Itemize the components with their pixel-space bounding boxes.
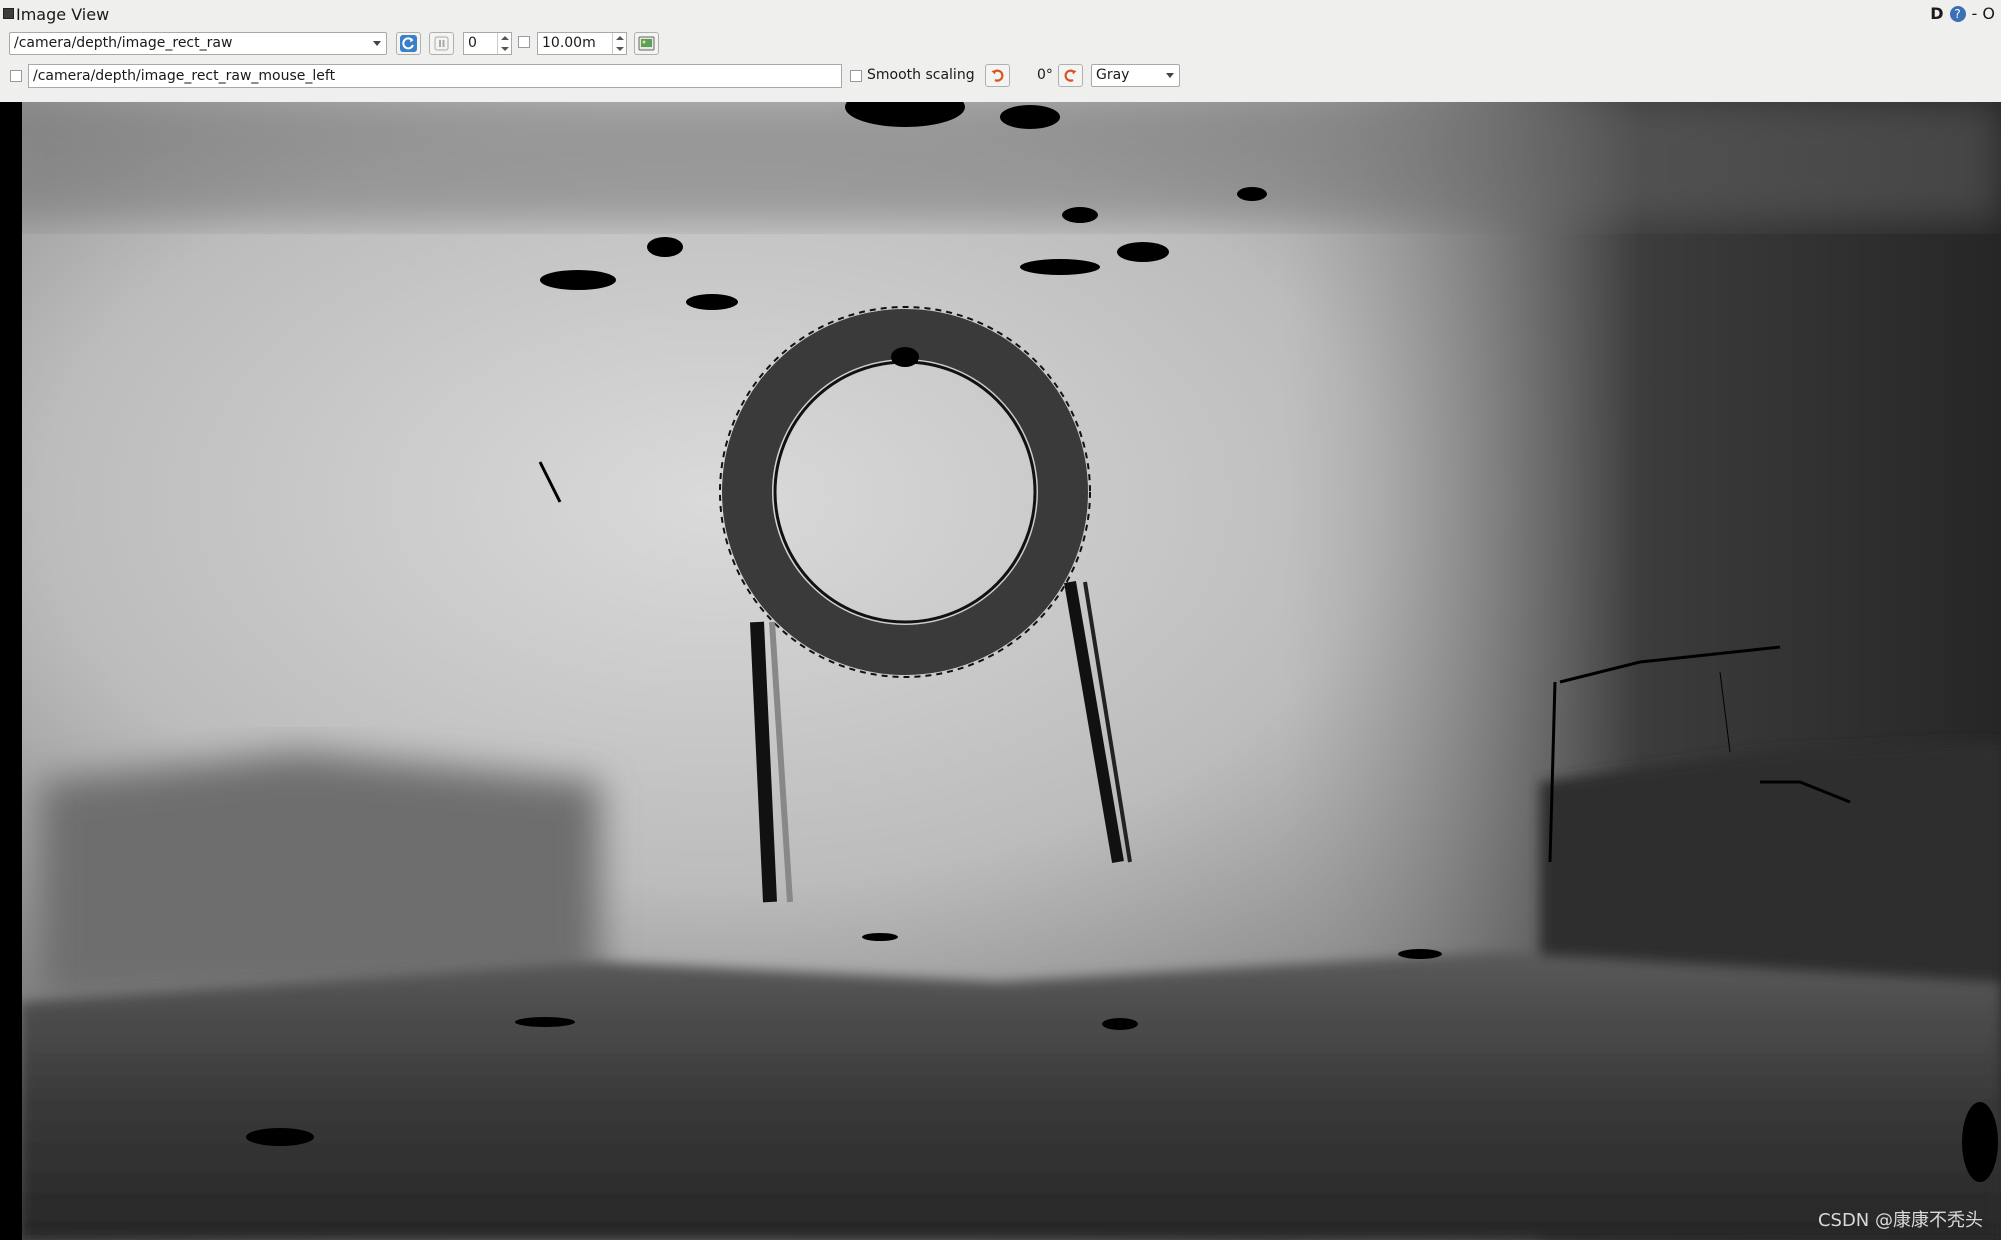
spin-arrows[interactable]: [612, 33, 626, 54]
spin-down-icon: [501, 47, 509, 51]
watermark-text: CSDN @康康不秃头: [1817, 1210, 1983, 1231]
title-controls: D ? - O: [1930, 4, 1995, 23]
chevron-down-icon: [373, 41, 381, 46]
refresh-button[interactable]: [396, 32, 421, 55]
title-bar: Image View D ? - O: [0, 0, 2001, 27]
depth-image: [0, 102, 2001, 1240]
max-depth-spinbox[interactable]: 10.00m: [537, 32, 627, 55]
spin-up-icon: [501, 36, 509, 40]
dynamic-range-checkbox[interactable]: [518, 36, 530, 48]
dock-button[interactable]: D: [1930, 4, 1943, 23]
min-depth-value: 0: [468, 35, 477, 51]
smooth-scaling-label: Smooth scaling: [867, 67, 975, 83]
smooth-scaling-checkbox[interactable]: [850, 70, 862, 82]
spin-up-icon: [616, 36, 624, 40]
window-controls[interactable]: - O: [1972, 4, 1995, 23]
rotation-label: 0°: [1037, 67, 1053, 83]
window-icon: [3, 8, 14, 19]
toolbar-row-2: /camera/depth/image_rect_raw_mouse_left …: [0, 60, 2001, 92]
colormap-value: Gray: [1096, 67, 1130, 83]
topic-select[interactable]: /camera/depth/image_rect_raw: [9, 32, 387, 55]
spin-down-icon: [616, 47, 624, 51]
rotate-right-button[interactable]: [1058, 64, 1083, 87]
rotate-left-button[interactable]: [985, 64, 1010, 87]
pause-icon: [434, 36, 449, 51]
max-depth-value: 10.00m: [542, 35, 596, 51]
spin-arrows[interactable]: [497, 33, 511, 54]
rotate-left-icon: [991, 69, 1004, 82]
mouse-topic-value: /camera/depth/image_rect_raw_mouse_left: [33, 68, 336, 84]
topic-select-value: /camera/depth/image_rect_raw: [14, 35, 233, 51]
window-title: Image View: [16, 5, 110, 24]
publish-mouse-checkbox[interactable]: [10, 70, 22, 82]
help-icon[interactable]: ?: [1949, 5, 1966, 22]
toolbar-row-1: /camera/depth/image_rect_raw 0 10.00m: [0, 28, 2001, 60]
save-image-icon: [638, 36, 655, 51]
image-viewport[interactable]: CSDN @康康不秃头: [0, 102, 2001, 1240]
save-image-button[interactable]: [634, 32, 659, 55]
mouse-topic-field[interactable]: /camera/depth/image_rect_raw_mouse_left: [28, 64, 842, 88]
refresh-icon: [400, 35, 417, 52]
colormap-select[interactable]: Gray: [1091, 64, 1180, 87]
chevron-down-icon: [1166, 73, 1174, 78]
rotate-right-icon: [1064, 69, 1077, 82]
min-depth-spinbox[interactable]: 0: [463, 32, 512, 55]
pause-button[interactable]: [429, 32, 454, 55]
